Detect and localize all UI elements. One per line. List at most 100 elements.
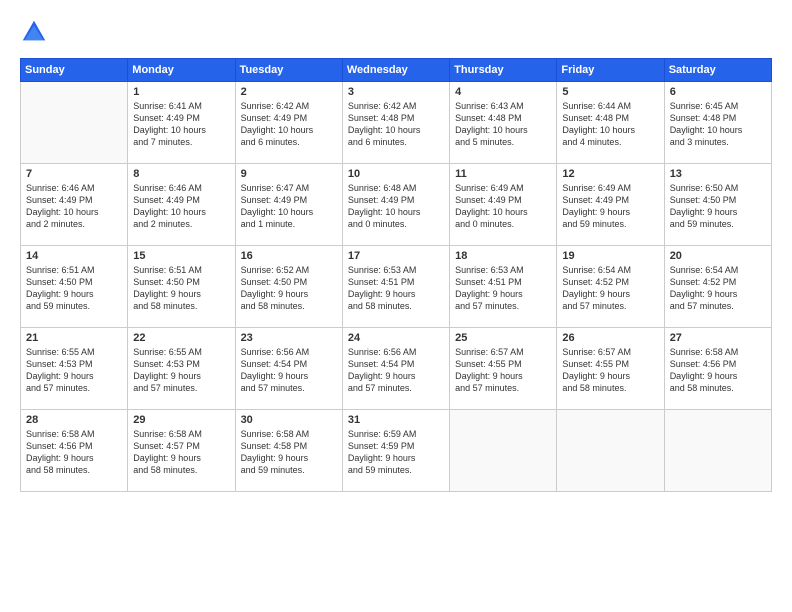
day-info: Sunrise: 6:54 AMSunset: 4:52 PMDaylight:…: [562, 264, 658, 313]
day-number: 26: [562, 332, 658, 344]
calendar-cell: 28 Sunrise: 6:58 AMSunset: 4:56 PMDayligh…: [21, 410, 128, 492]
day-info: Sunrise: 6:46 AMSunset: 4:49 PMDaylight:…: [26, 182, 122, 231]
day-number: 2: [241, 86, 337, 98]
calendar-cell: 2 Sunrise: 6:42 AMSunset: 4:49 PMDaylight…: [235, 82, 342, 164]
calendar-cell: 5 Sunrise: 6:44 AMSunset: 4:48 PMDaylight…: [557, 82, 664, 164]
day-info: Sunrise: 6:42 AMSunset: 4:48 PMDaylight:…: [348, 100, 444, 149]
day-number: 29: [133, 414, 229, 426]
day-number: 24: [348, 332, 444, 344]
day-info: Sunrise: 6:58 AMSunset: 4:56 PMDaylight:…: [26, 428, 122, 477]
calendar-cell: 6Sunrise: 6:45 AMSunset: 4:48 PMDaylight…: [664, 82, 771, 164]
day-number: 22: [133, 332, 229, 344]
calendar-cell: [557, 410, 664, 492]
day-number: 28: [26, 414, 122, 426]
calendar-cell: [664, 410, 771, 492]
day-number: 30: [241, 414, 337, 426]
calendar-cell: 20 Sunrise: 6:54 AMSunset: 4:52 PMDayligh…: [664, 246, 771, 328]
week-row-3: 14 Sunrise: 6:51 AMSunset: 4:50 PMDayligh…: [21, 246, 772, 328]
weekday-wednesday: Wednesday: [342, 59, 449, 82]
day-number: 17: [348, 250, 444, 262]
day-number: 15: [133, 250, 229, 262]
day-number: 8: [133, 168, 229, 180]
calendar-cell: 15 Sunrise: 6:51 AMSunset: 4:50 PMDayligh…: [128, 246, 235, 328]
day-info: Sunrise: 6:53 AMSunset: 4:51 PMDaylight:…: [348, 264, 444, 313]
calendar-cell: 29 Sunrise: 6:58 AMSunset: 4:57 PMDayligh…: [128, 410, 235, 492]
calendar-cell: 3 Sunrise: 6:42 AMSunset: 4:48 PMDaylight…: [342, 82, 449, 164]
day-info: Sunrise: 6:51 AMSunset: 4:50 PMDaylight:…: [133, 264, 229, 313]
day-number: 16: [241, 250, 337, 262]
page: SundayMondayTuesdayWednesdayThursdayFrid…: [0, 0, 792, 612]
week-row-1: 1 Sunrise: 6:41 AMSunset: 4:49 PMDaylight…: [21, 82, 772, 164]
day-number: 12: [562, 168, 658, 180]
calendar-cell: 27 Sunrise: 6:58 AMSunset: 4:56 PMDayligh…: [664, 328, 771, 410]
day-number: 9: [241, 168, 337, 180]
day-number: 10: [348, 168, 444, 180]
day-number: 14: [26, 250, 122, 262]
day-info: Sunrise: 6:43 AMSunset: 4:48 PMDaylight:…: [455, 100, 551, 149]
day-number: 11: [455, 168, 551, 180]
calendar-cell: 8 Sunrise: 6:46 AMSunset: 4:49 PMDaylight…: [128, 164, 235, 246]
day-info: Sunrise: 6:58 AMSunset: 4:56 PMDaylight:…: [670, 346, 766, 395]
header: [20, 18, 772, 46]
calendar-cell: 24 Sunrise: 6:56 AMSunset: 4:54 PMDayligh…: [342, 328, 449, 410]
calendar-table: SundayMondayTuesdayWednesdayThursdayFrid…: [20, 58, 772, 492]
calendar-cell: [21, 82, 128, 164]
day-number: 5: [562, 86, 658, 98]
day-info: Sunrise: 6:47 AMSunset: 4:49 PMDaylight:…: [241, 182, 337, 231]
day-number: 31: [348, 414, 444, 426]
day-info: Sunrise: 6:56 AMSunset: 4:54 PMDaylight:…: [348, 346, 444, 395]
day-info: Sunrise: 6:56 AMSunset: 4:54 PMDaylight:…: [241, 346, 337, 395]
calendar-cell: 25 Sunrise: 6:57 AMSunset: 4:55 PMDayligh…: [450, 328, 557, 410]
weekday-saturday: Saturday: [664, 59, 771, 82]
day-number: 3: [348, 86, 444, 98]
day-info: Sunrise: 6:49 AMSunset: 4:49 PMDaylight:…: [562, 182, 658, 231]
calendar-cell: 14 Sunrise: 6:51 AMSunset: 4:50 PMDayligh…: [21, 246, 128, 328]
day-number: 4: [455, 86, 551, 98]
day-info: Sunrise: 6:49 AMSunset: 4:49 PMDaylight:…: [455, 182, 551, 231]
weekday-friday: Friday: [557, 59, 664, 82]
weekday-header-row: SundayMondayTuesdayWednesdayThursdayFrid…: [21, 59, 772, 82]
day-number: 1: [133, 86, 229, 98]
day-info: Sunrise: 6:54 AMSunset: 4:52 PMDaylight:…: [670, 264, 766, 313]
calendar-cell: 10 Sunrise: 6:48 AMSunset: 4:49 PMDayligh…: [342, 164, 449, 246]
day-info: Sunrise: 6:50 AMSunset: 4:50 PMDaylight:…: [670, 182, 766, 231]
day-number: 25: [455, 332, 551, 344]
day-info: Sunrise: 6:52 AMSunset: 4:50 PMDaylight:…: [241, 264, 337, 313]
day-number: 27: [670, 332, 766, 344]
day-info: Sunrise: 6:57 AMSunset: 4:55 PMDaylight:…: [562, 346, 658, 395]
day-info: Sunrise: 6:55 AMSunset: 4:53 PMDaylight:…: [133, 346, 229, 395]
day-info: Sunrise: 6:48 AMSunset: 4:49 PMDaylight:…: [348, 182, 444, 231]
day-info: Sunrise: 6:58 AMSunset: 4:58 PMDaylight:…: [241, 428, 337, 477]
calendar-cell: 31 Sunrise: 6:59 AMSunset: 4:59 PMDayligh…: [342, 410, 449, 492]
calendar-cell: 4 Sunrise: 6:43 AMSunset: 4:48 PMDaylight…: [450, 82, 557, 164]
calendar-cell: 21 Sunrise: 6:55 AMSunset: 4:53 PMDayligh…: [21, 328, 128, 410]
day-info: Sunrise: 6:46 AMSunset: 4:49 PMDaylight:…: [133, 182, 229, 231]
day-info: Sunrise: 6:45 AMSunset: 4:48 PMDaylight:…: [670, 100, 766, 149]
day-info: Sunrise: 6:42 AMSunset: 4:49 PMDaylight:…: [241, 100, 337, 149]
calendar-cell: 7Sunrise: 6:46 AMSunset: 4:49 PMDaylight…: [21, 164, 128, 246]
calendar-cell: 26 Sunrise: 6:57 AMSunset: 4:55 PMDayligh…: [557, 328, 664, 410]
weekday-thursday: Thursday: [450, 59, 557, 82]
day-number: 20: [670, 250, 766, 262]
day-info: Sunrise: 6:57 AMSunset: 4:55 PMDaylight:…: [455, 346, 551, 395]
day-info: Sunrise: 6:59 AMSunset: 4:59 PMDaylight:…: [348, 428, 444, 477]
logo-icon: [20, 18, 48, 46]
weekday-tuesday: Tuesday: [235, 59, 342, 82]
day-number: 21: [26, 332, 122, 344]
calendar-cell: 30 Sunrise: 6:58 AMSunset: 4:58 PMDayligh…: [235, 410, 342, 492]
day-number: 23: [241, 332, 337, 344]
calendar-cell: 13Sunrise: 6:50 AMSunset: 4:50 PMDayligh…: [664, 164, 771, 246]
weekday-monday: Monday: [128, 59, 235, 82]
day-info: Sunrise: 6:55 AMSunset: 4:53 PMDaylight:…: [26, 346, 122, 395]
day-info: Sunrise: 6:41 AMSunset: 4:49 PMDaylight:…: [133, 100, 229, 149]
day-number: 19: [562, 250, 658, 262]
calendar-cell: [450, 410, 557, 492]
day-info: Sunrise: 6:51 AMSunset: 4:50 PMDaylight:…: [26, 264, 122, 313]
calendar-cell: 19 Sunrise: 6:54 AMSunset: 4:52 PMDayligh…: [557, 246, 664, 328]
week-row-2: 7Sunrise: 6:46 AMSunset: 4:49 PMDaylight…: [21, 164, 772, 246]
day-info: Sunrise: 6:44 AMSunset: 4:48 PMDaylight:…: [562, 100, 658, 149]
calendar-cell: 22 Sunrise: 6:55 AMSunset: 4:53 PMDayligh…: [128, 328, 235, 410]
calendar-cell: 17 Sunrise: 6:53 AMSunset: 4:51 PMDayligh…: [342, 246, 449, 328]
week-row-5: 28 Sunrise: 6:58 AMSunset: 4:56 PMDayligh…: [21, 410, 772, 492]
day-info: Sunrise: 6:58 AMSunset: 4:57 PMDaylight:…: [133, 428, 229, 477]
